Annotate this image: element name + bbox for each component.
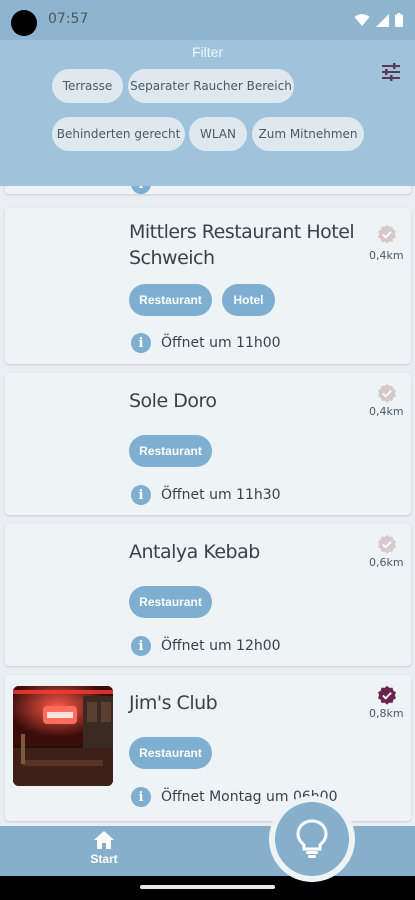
opening-hours-row: i Öffnet um 11h00	[131, 333, 281, 353]
status-bar: 07:57	[0, 0, 415, 40]
filter-chip-behinderten[interactable]: Behinderten gerecht	[52, 117, 185, 151]
status-time: 07:57	[48, 11, 89, 27]
info-icon: i	[131, 636, 151, 656]
distance-label: 0,4km	[369, 405, 404, 418]
lightbulb-icon	[296, 819, 328, 858]
verified-badge-icon	[378, 383, 396, 403]
home-icon	[94, 831, 114, 849]
idea-fab-button[interactable]	[275, 802, 349, 876]
filter-chip-mitnehmen[interactable]: Zum Mitnehmen	[252, 117, 364, 151]
restaurant-name-line2: Schweich	[129, 247, 215, 269]
nav-start-button[interactable]: Start	[84, 830, 124, 872]
restaurant-name: Sole Doro	[129, 390, 217, 412]
restaurant-card[interactable]: Jim's Club 0,8km Restaurant i Öffnet Mon…	[5, 675, 411, 821]
status-icons	[354, 12, 403, 28]
filter-chip-terrasse[interactable]: Terrasse	[52, 69, 123, 103]
wifi-icon	[354, 14, 370, 26]
restaurant-name: Mittlers Restaurant Hotel Schweich	[129, 219, 355, 271]
info-icon: i	[131, 485, 151, 505]
distance-label: 0,4km	[369, 249, 404, 262]
filter-chip-wlan[interactable]: WLAN	[189, 117, 247, 151]
info-icon: i	[131, 787, 151, 807]
fab-container	[269, 796, 355, 882]
verified-badge-icon	[378, 224, 396, 244]
tag-restaurant[interactable]: Restaurant	[129, 435, 212, 467]
opening-hours-row: i Öffnet um 11h30	[131, 485, 281, 505]
restaurant-name-line1: Mittlers Restaurant Hotel	[129, 221, 355, 243]
opening-hours: Öffnet um 11h00	[161, 335, 281, 351]
battery-icon	[395, 13, 403, 27]
distance-label: 0,8km	[369, 707, 404, 720]
distance-label: 0,6km	[369, 556, 404, 569]
tag-hotel[interactable]: Hotel	[222, 284, 275, 316]
filter-title: Filter	[191, 44, 224, 60]
camera-cutout	[11, 10, 37, 36]
restaurant-list[interactable]: i Mittlers Restaurant Hotel Schweich 0,4…	[0, 186, 415, 826]
gesture-area	[0, 876, 415, 900]
restaurant-name: Jim's Club	[129, 692, 218, 714]
home-gesture-bar[interactable]	[140, 885, 275, 889]
filter-panel: Filter Terrasse Separater Raucher Bereic…	[0, 40, 415, 186]
restaurant-card[interactable]: Sole Doro 0,4km Restaurant i Öffnet um 1…	[5, 373, 411, 515]
opening-hours: Öffnet um 12h00	[161, 638, 281, 654]
app-screen: 07:57 Filter Terrasse Separater Raucher …	[0, 0, 415, 900]
tag-restaurant[interactable]: Restaurant	[129, 586, 212, 618]
opening-hours: Öffnet um 11h30	[161, 487, 281, 503]
restaurant-card-partial[interactable]: i	[5, 186, 411, 194]
info-icon: i	[131, 186, 151, 194]
info-icon: i	[131, 333, 151, 353]
tune-settings-icon[interactable]	[379, 60, 403, 84]
restaurant-card[interactable]: Antalya Kebab 0,6km Restaurant i Öffnet …	[5, 524, 411, 666]
opening-hours-row: i Öffnet um 12h00	[131, 636, 281, 656]
restaurant-thumbnail	[13, 686, 113, 786]
signal-icon	[376, 13, 389, 27]
restaurant-name: Antalya Kebab	[129, 541, 260, 563]
filter-chip-raucher[interactable]: Separater Raucher Bereich	[128, 69, 294, 103]
tag-restaurant[interactable]: Restaurant	[129, 737, 212, 769]
club-interior-image	[13, 686, 113, 786]
verified-badge-icon	[378, 534, 396, 554]
restaurant-card[interactable]: Mittlers Restaurant Hotel Schweich 0,4km…	[5, 208, 411, 364]
nav-start-label: Start	[90, 852, 118, 866]
tag-restaurant[interactable]: Restaurant	[129, 284, 212, 316]
verified-badge-icon	[378, 685, 396, 705]
